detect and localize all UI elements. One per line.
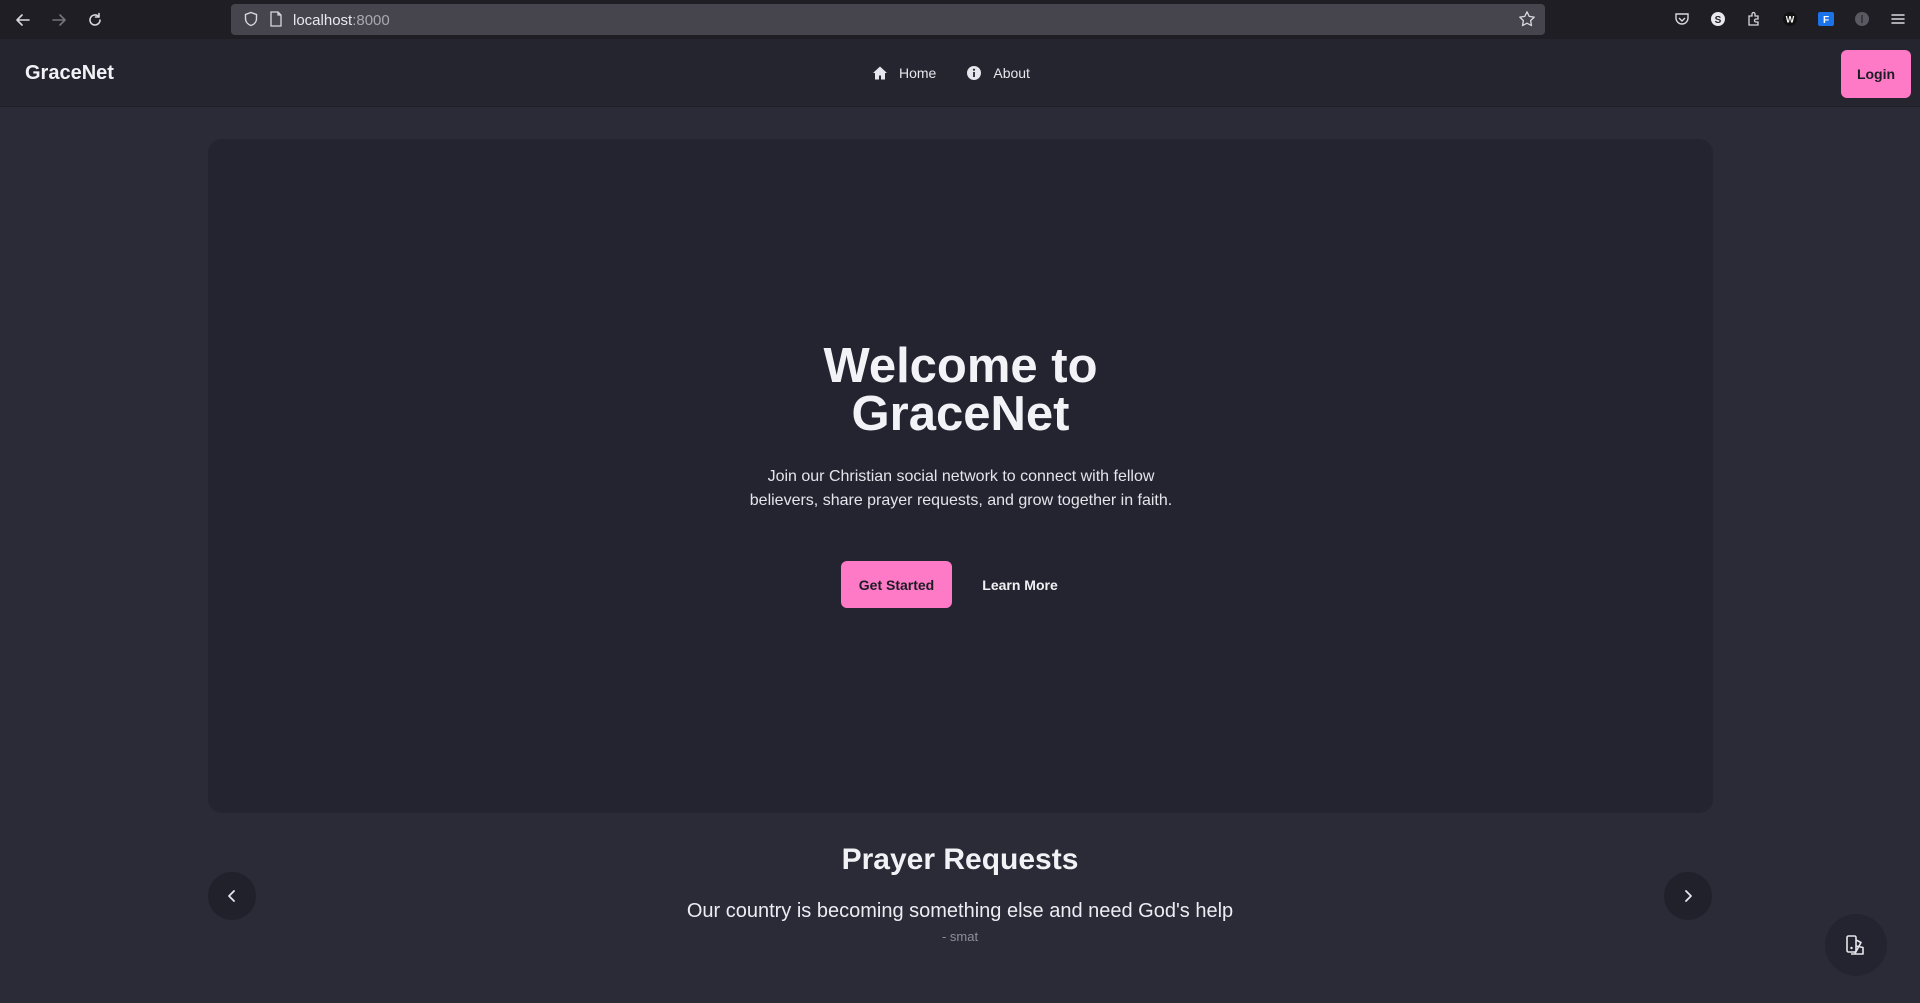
hero-subtitle: Join our Christian social network to con… — [749, 468, 1173, 509]
extension-w-icon[interactable]: W — [1772, 4, 1808, 34]
page-icon — [269, 11, 283, 32]
svg-text:W: W — [1786, 15, 1795, 25]
learn-more-button[interactable]: Learn More — [970, 561, 1070, 608]
pocket-icon[interactable] — [1664, 4, 1700, 34]
url-host: localhost — [293, 12, 353, 29]
app-navbar: GraceNet Home About Login — [0, 39, 1920, 107]
nav-links: Home About — [872, 65, 1060, 81]
carousel-prev-button[interactable] — [208, 872, 256, 920]
home-icon — [872, 65, 888, 81]
nav-link-label: About — [993, 65, 1030, 81]
address-bar[interactable]: localhost:8000 — [231, 4, 1545, 35]
brand-logo[interactable]: GraceNet — [25, 62, 114, 85]
prayer-request-author: - smat — [941, 929, 979, 944]
chevron-right-icon — [1685, 890, 1692, 902]
reload-icon[interactable] — [77, 2, 113, 38]
extension-toolbar: S W F — [1664, 4, 1916, 34]
info-icon — [966, 65, 982, 81]
forward-icon[interactable] — [41, 2, 77, 38]
chevron-left-icon — [228, 890, 235, 902]
extensions-icon[interactable] — [1736, 4, 1772, 34]
prayer-requests-heading: Prayer Requests — [841, 843, 1079, 876]
nav-link-label: Home — [899, 65, 937, 81]
carousel-next-button[interactable] — [1664, 872, 1712, 920]
hero-title-line: Welcome to — [823, 339, 1098, 393]
back-icon[interactable] — [5, 2, 41, 38]
extension-circle-icon[interactable] — [1844, 4, 1880, 34]
browser-toolbar: localhost:8000 S W F — [0, 0, 1920, 39]
login-button[interactable]: Login — [1841, 50, 1911, 98]
hero-title: Welcome to GraceNet — [208, 339, 1713, 441]
menu-icon[interactable] — [1880, 4, 1916, 34]
shield-icon[interactable] — [243, 11, 259, 32]
svg-text:S: S — [1715, 15, 1722, 26]
svg-text:F: F — [1823, 15, 1829, 26]
url-text: localhost:8000 — [293, 12, 390, 29]
prayer-request-text: Our country is becoming something else a… — [686, 900, 1234, 922]
get-started-button[interactable]: Get Started — [841, 561, 952, 608]
theme-toggle-button[interactable] — [1825, 914, 1887, 976]
extension-s-icon[interactable]: S — [1700, 4, 1736, 34]
palette-icon — [1846, 935, 1864, 955]
nav-link-about[interactable]: About — [966, 65, 1030, 81]
url-port: :8000 — [352, 12, 390, 29]
extension-f-icon[interactable]: F — [1808, 4, 1844, 34]
nav-link-home[interactable]: Home — [872, 65, 936, 81]
hero-section: Welcome to GraceNet Join our Christian s… — [208, 139, 1713, 813]
bookmark-star-icon[interactable] — [1518, 10, 1536, 33]
browser-nav-buttons — [0, 2, 113, 38]
hero-title-line: GraceNet — [851, 387, 1070, 441]
